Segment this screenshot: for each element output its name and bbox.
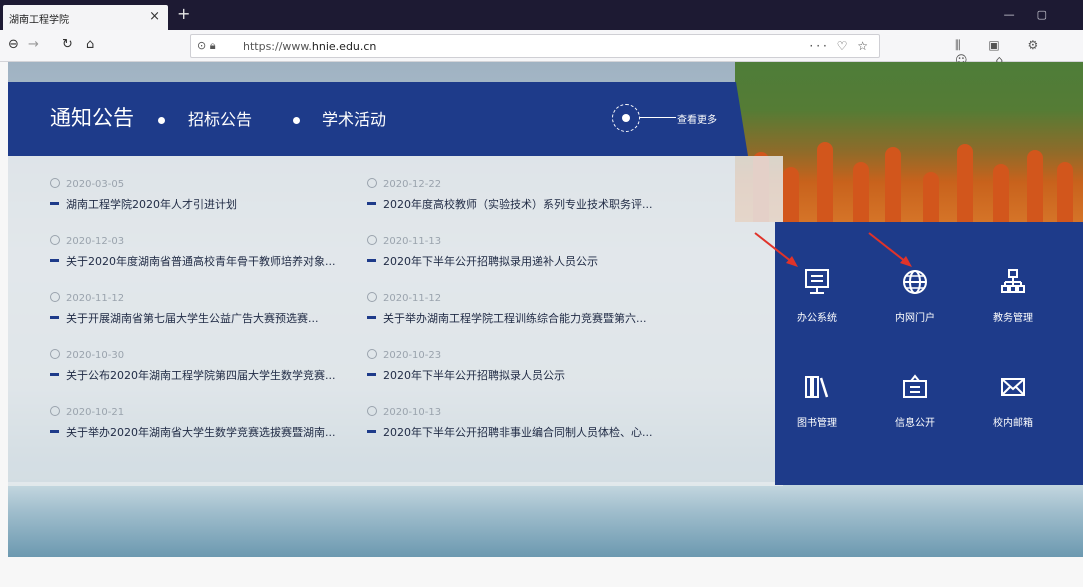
clock-icon bbox=[367, 235, 377, 245]
news-title[interactable]: 关于举办2020年湖南省大学生数学竞赛选拔赛暨湖南... bbox=[50, 424, 370, 440]
clock-icon bbox=[50, 292, 60, 302]
news-title[interactable]: 2020年下半年公开招聘拟录用递补人员公示 bbox=[367, 253, 687, 269]
info-disclosure-label: 信息公开 bbox=[895, 418, 935, 429]
clock-icon bbox=[367, 178, 377, 188]
lake-photo-strip bbox=[8, 482, 1083, 557]
tab-bidding[interactable]: 招标公告 bbox=[188, 106, 252, 130]
dash-icon bbox=[50, 430, 59, 433]
campus-mail-label: 校内邮箱 bbox=[993, 418, 1033, 429]
news-item[interactable]: 2020-10-23 2020年下半年公开招聘拟录人员公示 bbox=[367, 349, 687, 383]
news-date: 2020-03-05 bbox=[50, 178, 370, 196]
page-content: 通知公告 招标公告 学术活动 查看更多 2020-03-05 湖南工程学院2020… bbox=[0, 62, 1083, 587]
forward-icon[interactable]: → bbox=[28, 37, 39, 52]
news-title[interactable]: 关于公布2020年湖南工程学院第四届大学生数学竞赛... bbox=[50, 367, 370, 383]
news-list: 2020-03-05 湖南工程学院2020年人才引进计划 2020-12-22 20… bbox=[8, 156, 783, 486]
clock-icon bbox=[50, 178, 60, 188]
info-disclosure-link[interactable]: 信息公开 bbox=[875, 372, 955, 429]
news-title[interactable]: 2020年下半年公开招聘拟录人员公示 bbox=[367, 367, 687, 383]
back-icon[interactable]: ⊖ bbox=[8, 37, 19, 52]
tab-close-button[interactable]: × bbox=[149, 9, 160, 24]
news-item[interactable]: 2020-12-22 2020年度高校教师（实验技术）系列专业技术职务评... bbox=[367, 178, 687, 212]
org-chart-icon bbox=[1001, 269, 1025, 293]
news-item[interactable]: 2020-12-03 关于2020年度湖南省普通高校青年骨干教师培养对象... bbox=[50, 235, 370, 269]
browser-tab-bar: 湖南工程学院 × + —▢ bbox=[0, 0, 1083, 30]
news-title[interactable]: 湖南工程学院2020年人才引进计划 bbox=[50, 196, 370, 212]
news-date: 2020-10-30 bbox=[50, 349, 370, 367]
tab-title: 湖南工程学院 bbox=[9, 15, 69, 26]
tab-academic[interactable]: 学术活动 bbox=[322, 106, 386, 130]
news-date: 2020-10-23 bbox=[367, 349, 687, 367]
news-date: 2020-12-03 bbox=[50, 235, 370, 253]
dash-icon bbox=[367, 430, 376, 433]
news-date: 2020-12-22 bbox=[367, 178, 687, 196]
news-date: 2020-10-21 bbox=[50, 406, 370, 424]
tab-notices[interactable]: 通知公告 bbox=[50, 102, 134, 132]
security-lock-icon[interactable]: ⊙ 🔒︎ bbox=[197, 39, 216, 53]
home-icon[interactable]: ⌂ bbox=[86, 37, 94, 52]
news-title[interactable]: 关于开展湖南省第七届大学生公益广告大赛预选赛... bbox=[50, 310, 370, 326]
news-item[interactable]: 2020-11-13 2020年下半年公开招聘拟录用递补人员公示 bbox=[367, 235, 687, 269]
news-header: 通知公告 招标公告 学术活动 查看更多 bbox=[8, 82, 748, 156]
news-date: 2020-11-13 bbox=[367, 235, 687, 253]
page-actions-icons[interactable]: ··· ♡ ☆ bbox=[809, 39, 871, 53]
library-label: 图书管理 bbox=[797, 418, 837, 429]
campus-mail-link[interactable]: 校内邮箱 bbox=[973, 372, 1053, 429]
tab-separator-dot bbox=[293, 117, 300, 124]
url-text: https://www.hnie.edu.cn bbox=[243, 40, 377, 53]
academic-affairs-link[interactable]: 教务管理 bbox=[973, 267, 1053, 324]
academic-affairs-label: 教务管理 bbox=[993, 313, 1033, 324]
clock-icon bbox=[50, 349, 60, 359]
clock-icon bbox=[367, 349, 377, 359]
globe-icon bbox=[903, 270, 927, 294]
news-title[interactable]: 2020年下半年公开招聘非事业编合同制人员体检、心... bbox=[367, 424, 687, 440]
page-bottom bbox=[0, 557, 1083, 587]
briefcase-icon bbox=[903, 374, 927, 398]
news-title[interactable]: 关于2020年度湖南省普通高校青年骨干教师培养对象... bbox=[50, 253, 370, 269]
annotation-arrow-icon bbox=[868, 232, 912, 267]
books-icon bbox=[805, 376, 829, 398]
news-item[interactable]: 2020-10-30 关于公布2020年湖南工程学院第四届大学生数学竞赛... bbox=[50, 349, 370, 383]
news-item[interactable]: 2020-03-05 湖南工程学院2020年人才引进计划 bbox=[50, 178, 370, 212]
news-date: 2020-10-13 bbox=[367, 406, 687, 424]
news-title[interactable]: 2020年度高校教师（实验技术）系列专业技术职务评... bbox=[367, 196, 687, 212]
dash-icon bbox=[50, 373, 59, 376]
dash-icon bbox=[50, 259, 59, 262]
office-system-link[interactable]: 办公系统 bbox=[777, 267, 857, 324]
news-date: 2020-11-12 bbox=[50, 292, 370, 310]
clock-icon bbox=[50, 235, 60, 245]
intranet-portal-link[interactable]: 内网门户 bbox=[875, 267, 955, 324]
library-link[interactable]: 图书管理 bbox=[777, 372, 857, 429]
url-bar[interactable]: ⊙ 🔒︎ https://www.hnie.edu.cn ··· ♡ ☆ bbox=[190, 34, 880, 58]
clock-icon bbox=[367, 406, 377, 416]
news-date: 2020-11-12 bbox=[367, 292, 687, 310]
autumn-trees-photo bbox=[735, 62, 1083, 222]
dash-icon bbox=[50, 202, 59, 205]
news-item[interactable]: 2020-10-13 2020年下半年公开招聘非事业编合同制人员体检、心... bbox=[367, 406, 687, 440]
dash-icon bbox=[50, 316, 59, 319]
tab-separator-dot bbox=[158, 117, 165, 124]
news-title[interactable]: 关于举办湖南工程学院工程训练综合能力竞赛暨第六... bbox=[367, 310, 687, 326]
office-system-label: 办公系统 bbox=[797, 313, 837, 324]
news-item[interactable]: 2020-11-12 关于开展湖南省第七届大学生公益广告大赛预选赛... bbox=[50, 292, 370, 326]
monitor-icon bbox=[805, 269, 829, 294]
clock-icon bbox=[367, 292, 377, 302]
new-tab-button[interactable]: + bbox=[177, 4, 190, 23]
dash-icon bbox=[367, 202, 376, 205]
mail-icon bbox=[1001, 378, 1025, 396]
annotation-arrow-icon bbox=[754, 232, 798, 267]
news-item[interactable]: 2020-10-21 关于举办2020年湖南省大学生数学竞赛选拔赛暨湖南... bbox=[50, 406, 370, 440]
dash-icon bbox=[367, 259, 376, 262]
quick-links-panel: 办公系统 内网门户 教务管理 图书管理 信息公开 校内邮箱 bbox=[775, 222, 1083, 485]
news-item[interactable]: 2020-11-12 关于举办湖南工程学院工程训练综合能力竞赛暨第六... bbox=[367, 292, 687, 326]
dash-icon bbox=[367, 373, 376, 376]
browser-tab[interactable]: 湖南工程学院 × bbox=[3, 5, 168, 30]
dash-icon bbox=[367, 316, 376, 319]
clock-icon bbox=[50, 406, 60, 416]
window-controls[interactable]: —▢ bbox=[1004, 8, 1069, 21]
intranet-portal-label: 内网门户 bbox=[895, 313, 935, 324]
browser-nav-bar: ⊖ → ↻ ⌂ ⊙ 🔒︎ https://www.hnie.edu.cn ···… bbox=[0, 30, 1083, 67]
reload-icon[interactable]: ↻ bbox=[62, 37, 73, 52]
